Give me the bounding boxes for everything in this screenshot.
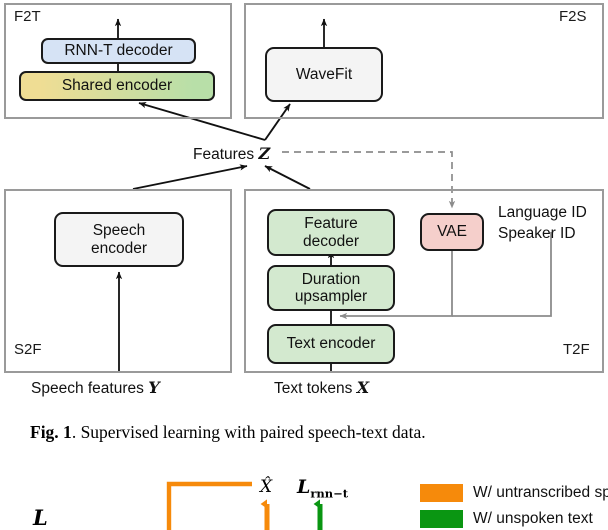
figure-page: F2T F2S S2F T2F RNN-T decoder Shared enc… [0,0,608,530]
node-wavefit: WaveFit [265,47,383,102]
node-speech-encoder: Speech encoder [54,212,184,267]
legend-item: W/ untranscribed speech [420,481,608,505]
loss-subscript: rnn−t [310,486,349,501]
label-speech-features-text: Speech features [31,380,144,397]
figure-2-legend: W/ untranscribed speech W/ unspoken text [420,481,608,530]
legend-swatch-unspoken-text [420,510,463,528]
label-speech-features-variable: Y [148,378,160,397]
diagram-figure-1: F2T F2S S2F T2F RNN-T decoder Shared enc… [0,0,608,405]
node-shared-encoder: Shared encoder [19,71,215,101]
label-loss-left-partial: L [33,505,48,530]
label-speech-features-input: Speech features Y [31,378,160,398]
arrow-speechenc-to-features [132,164,248,190]
panel-tag-f2t: F2T [14,8,41,25]
panel-tag-t2f: T2F [563,341,590,358]
node-rnnt-decoder: RNN-T decoder [41,38,196,64]
node-feature-decoder: Feature decoder [267,209,395,256]
label-speaker-id: Speaker ID [498,224,576,242]
label-features-z: Features Z [193,144,270,164]
panel-tag-s2f: S2F [14,341,42,358]
label-features-variable: Z [258,144,271,163]
label-x-hat: X̂ [260,477,273,497]
label-text-tokens-input: Text tokens X [274,378,369,398]
caption-number: Fig. 1 [30,422,72,442]
legend-swatch-untranscribed-speech [420,484,463,502]
orange-bracket [166,481,252,530]
label-text-tokens-text: Text tokens [274,380,353,397]
label-features-text: Features [193,146,255,163]
figure-caption: Fig. 1. Supervised learning with paired … [30,422,580,443]
node-duration-upsampler: Duration upsampler [267,265,395,311]
node-text-encoder: Text encoder [267,324,395,364]
node-vae: VAE [420,213,484,251]
legend-label: W/ unspoken text [473,510,593,527]
caption-text: . Supervised learning with paired speech… [71,422,426,442]
label-conditioning-ids: Language ID Speaker ID [498,203,587,245]
legend-item: W/ unspoken text [420,507,608,530]
legend-label: W/ untranscribed speech [473,484,608,501]
label-text-tokens-variable: X [356,378,370,397]
panel-tag-f2s: F2S [559,8,587,25]
label-loss-rnnt: Lrnn−t [297,476,348,500]
arrow-featdec-to-features [264,165,311,190]
label-language-id: Language ID [498,204,587,221]
loss-symbol: L [297,476,311,498]
